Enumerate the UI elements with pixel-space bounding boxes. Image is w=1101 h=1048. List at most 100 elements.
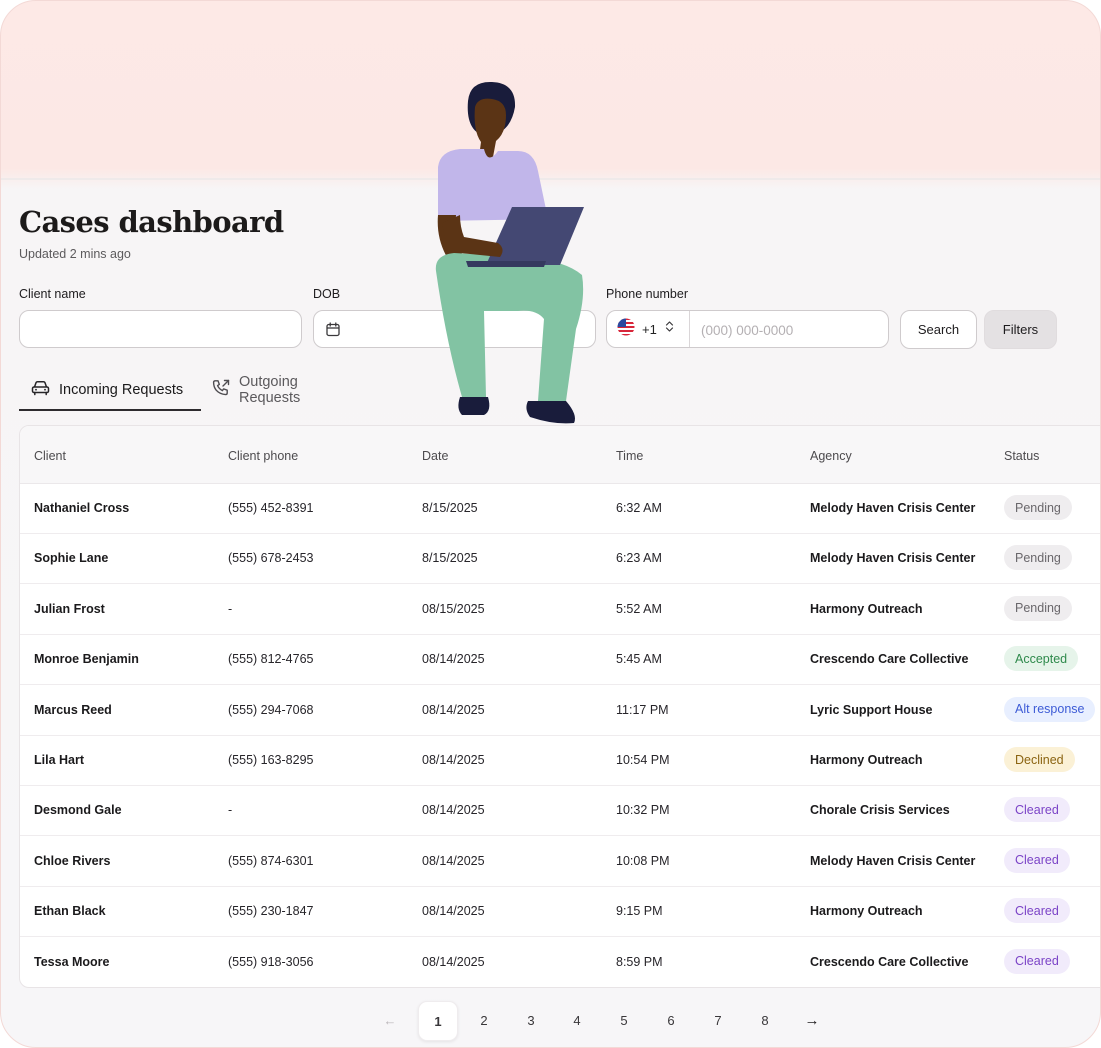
time-cell: 10:32 PM <box>616 803 670 818</box>
filters-button[interactable]: Filters <box>984 310 1057 349</box>
client-name-cell: Lila Hart <box>34 753 85 767</box>
time-cell: 10:08 PM <box>616 853 670 868</box>
table-header: Client Client phone Date Time Agency Sta… <box>20 426 1100 484</box>
date-cell: 08/14/2025 <box>422 853 485 868</box>
table-row[interactable]: Sophie Lane (555) 678-2453 8/15/2025 6:23 A… <box>20 533 1100 585</box>
column-header-date[interactable]: Date <box>422 449 448 463</box>
time-cell: 10:54 PM <box>616 753 670 767</box>
client-phone-cell: (555) 230-1847 <box>228 904 314 919</box>
time-cell: 5:52 AM <box>616 601 662 616</box>
client-name-cell: Tessa Moore <box>34 954 110 969</box>
tab-outgoing-requests[interactable]: Outgoing Requests <box>212 371 300 409</box>
client-phone-cell: (555) 452-8391 <box>228 501 314 515</box>
date-cell: 08/14/2025 <box>422 753 485 767</box>
status-badge: Pending <box>1004 595 1072 621</box>
date-cell: 8/15/2025 <box>422 551 478 566</box>
tab-outgoing-label: Outgoing Requests <box>239 374 301 406</box>
column-header-client[interactable]: Client <box>34 449 66 463</box>
table-row[interactable]: Tessa Moore (555) 918-3056 08/14/2025 8:59 … <box>20 937 1100 987</box>
client-phone-cell: (555) 874-6301 <box>228 853 314 868</box>
table-row[interactable]: Marcus Reed (555) 294-7068 08/14/2025 11:17… <box>20 685 1100 736</box>
column-header-time[interactable]: Time <box>616 449 643 463</box>
page-button[interactable]: 2 <box>465 1001 503 1039</box>
client-name-cell: Julian Frost <box>34 601 105 616</box>
dob-label: DOB <box>313 287 341 301</box>
client-name-input[interactable] <box>19 310 302 348</box>
page-button[interactable]: 4 <box>558 1001 596 1039</box>
time-cell: 11:17 PM <box>616 702 669 717</box>
date-cell: 08/14/2025 <box>422 803 485 818</box>
page-button[interactable]: 5 <box>605 1001 643 1039</box>
time-cell: 9:15 PM <box>616 904 663 919</box>
client-name-cell: Marcus Reed <box>34 702 112 717</box>
client-phone-cell: (555) 294-7068 <box>228 702 314 717</box>
date-cell: 08/14/2025 <box>422 904 485 919</box>
time-cell: 5:45 AM <box>616 652 662 667</box>
table-row[interactable]: Desmond Gale - 08/14/2025 10:32 PM Chorale C… <box>20 785 1100 837</box>
client-name-cell: Desmond Gale <box>34 803 122 818</box>
client-name-cell: Chloe Rivers <box>34 853 111 868</box>
status-badge: Cleared <box>1004 948 1070 974</box>
time-cell: 6:32 AM <box>616 501 662 515</box>
column-header-status[interactable]: Status <box>1004 449 1039 463</box>
agency-cell: Lyric Support House <box>810 702 933 717</box>
table-row[interactable]: Nathaniel Cross (555) 452-8391 8/15/2025 6:… <box>20 483 1100 534</box>
phone-outgoing-icon <box>212 379 231 401</box>
page-title: Cases dashboard <box>19 205 284 239</box>
client-phone-cell: (555) 163-8295 <box>228 753 314 767</box>
status-badge: Cleared <box>1004 797 1070 823</box>
agency-cell: Melody Haven Crisis Center <box>810 853 976 868</box>
date-cell: 08/15/2025 <box>422 601 485 616</box>
date-cell: 08/14/2025 <box>422 652 485 667</box>
car-icon <box>31 380 50 400</box>
phone-number-field: +1 <box>606 310 889 349</box>
table-row[interactable]: Chloe Rivers (555) 874-6301 08/14/2025 10:0… <box>20 836 1100 887</box>
previous-page-button[interactable]: ← <box>371 1001 409 1039</box>
client-phone-cell: (555) 918-3056 <box>228 954 314 969</box>
table-row[interactable]: Monroe Benjamin (555) 812-4765 08/14/2025 5… <box>20 634 1100 686</box>
chevron-up-down-icon <box>665 320 674 338</box>
client-name-cell: Sophie Lane <box>34 551 109 566</box>
agency-cell: Harmony Outreach <box>810 601 923 616</box>
table-row[interactable]: Lila Hart (555) 163-8295 08/14/2025 10:54 P… <box>20 735 1100 786</box>
page-button[interactable]: 7 <box>699 1001 737 1039</box>
agency-cell: Melody Haven Crisis Center <box>810 501 976 515</box>
column-header-client-phone[interactable]: Client phone <box>228 449 298 463</box>
time-cell: 6:23 AM <box>616 551 662 566</box>
country-code-select[interactable]: +1 <box>607 311 690 347</box>
status-badge: Alt response <box>1004 696 1096 722</box>
status-badge: Pending <box>1004 495 1072 520</box>
page-button[interactable]: 8 <box>746 1001 784 1039</box>
agency-cell: Crescendo Care Collective <box>810 652 969 667</box>
agency-cell: Harmony Outreach <box>810 904 923 919</box>
person-with-laptop-illustration <box>435 81 584 424</box>
page-header: Cases dashboard Updated 2 mins ago <box>19 205 284 261</box>
client-phone-cell: (555) 812-4765 <box>228 652 314 667</box>
page-button[interactable]: 1 <box>418 1001 458 1041</box>
status-badge: Pending <box>1004 545 1072 571</box>
date-cell: 08/14/2025 <box>422 954 485 969</box>
agency-cell: Chorale Crisis Services <box>810 803 950 818</box>
client-phone-cell: - <box>228 803 233 818</box>
phone-number-input[interactable] <box>699 311 883 349</box>
agency-cell: Crescendo Care Collective <box>810 954 969 969</box>
search-button[interactable]: Search <box>900 310 977 349</box>
client-name-label: Client name <box>19 287 86 301</box>
column-header-agency[interactable]: Agency <box>810 449 852 463</box>
tab-incoming-requests[interactable]: Incoming Requests <box>19 371 201 411</box>
app-frame: Cases dashboard Updated 2 mins ago Clien… <box>0 0 1101 1048</box>
status-badge: Cleared <box>1004 847 1070 873</box>
status-badge: Accepted <box>1004 646 1079 672</box>
next-page-button[interactable]: → <box>793 1001 831 1039</box>
calendar-icon[interactable] <box>326 322 340 342</box>
page-button[interactable]: 6 <box>652 1001 690 1039</box>
table-row[interactable]: Ethan Black (555) 230-1847 08/14/2025 9:15 … <box>20 886 1100 938</box>
client-name-cell: Monroe Benjamin <box>34 652 139 667</box>
page-button[interactable]: 3 <box>512 1001 550 1039</box>
time-cell: 8:59 PM <box>616 954 663 969</box>
us-flag-icon <box>617 318 635 341</box>
client-name-cell: Nathaniel Cross <box>34 501 130 515</box>
table-row[interactable]: Julian Frost - 08/15/2025 5:52 AM Harmony Ou… <box>20 584 1100 635</box>
agency-cell: Melody Haven Crisis Center <box>810 551 976 566</box>
status-badge: Declined <box>1004 747 1075 772</box>
